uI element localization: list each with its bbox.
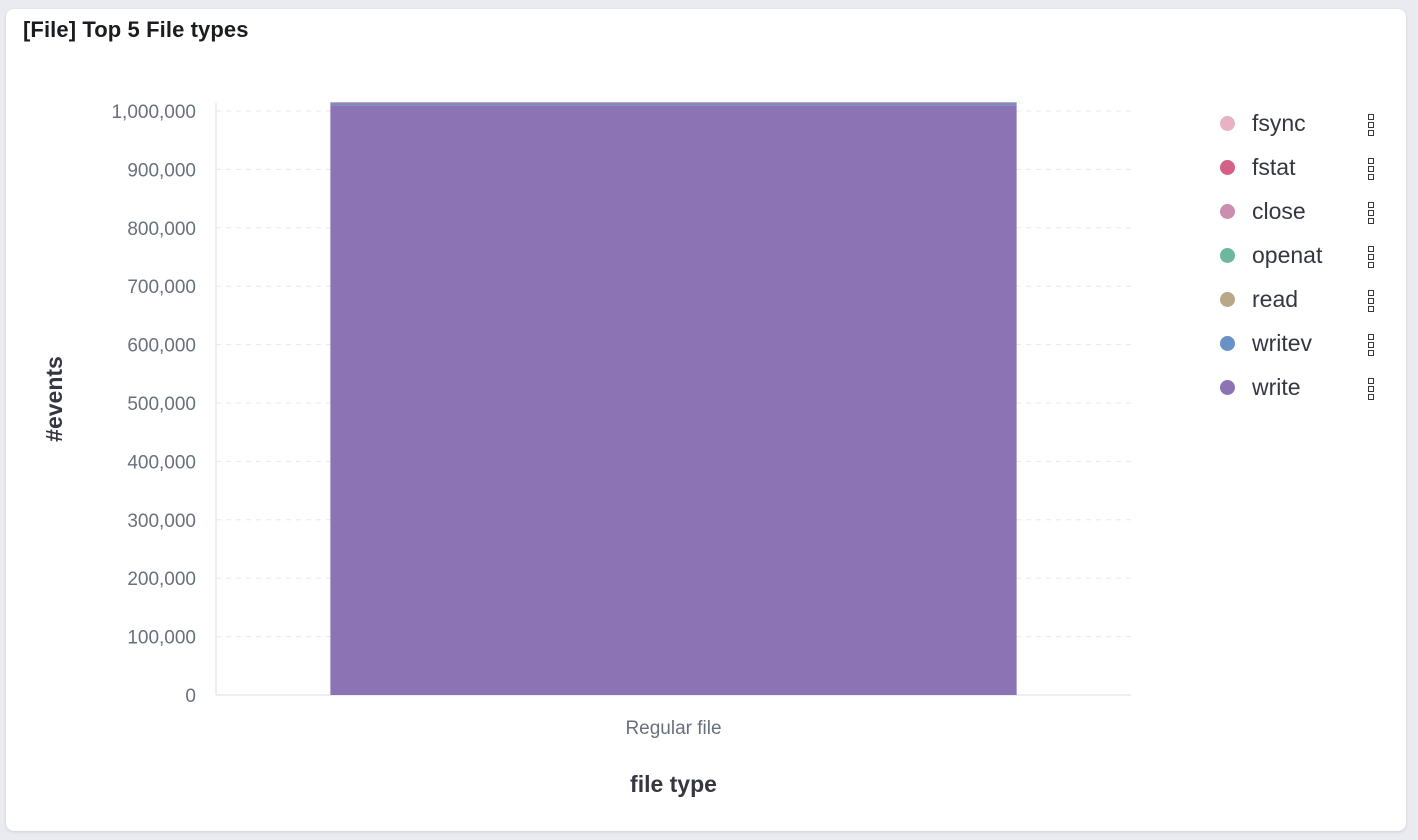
legend-color-dot (1220, 379, 1235, 395)
bar-segment-writev (330, 102, 1017, 106)
legend-options-icon[interactable] (1368, 290, 1376, 312)
legend-color-dot (1220, 203, 1235, 219)
y-tick-label: 900,000 (127, 160, 196, 181)
bar-chart: 0 100,000 200,000 300,000 400,000 500,000 600,… (41, 102, 1131, 797)
y-axis-title: #events (41, 356, 67, 442)
y-tick-label: 400,000 (127, 452, 196, 473)
legend-item-close[interactable]: close (1216, 189, 1396, 233)
y-tick-label: 700,000 (127, 277, 196, 298)
bar-segment-write (330, 105, 1017, 695)
visualization-panel: [File] Top 5 File types 0 100,000 200,000 3… (6, 9, 1406, 831)
legend-item-write[interactable]: write (1216, 365, 1396, 409)
y-tick-label: 1,000,000 (111, 102, 196, 123)
legend-color-dot (1220, 159, 1235, 175)
legend-item-writev[interactable]: writev (1216, 321, 1396, 365)
x-axis-title: file type (630, 771, 717, 797)
x-tick-label: Regular file (625, 718, 721, 739)
legend-options-icon[interactable] (1368, 378, 1376, 400)
y-tick-label: 300,000 (127, 511, 196, 532)
legend-item-fsync[interactable]: fsync (1216, 101, 1396, 145)
legend-options-icon[interactable] (1368, 246, 1376, 268)
legend-options-icon[interactable] (1368, 114, 1376, 136)
y-tick-label: 200,000 (127, 569, 196, 590)
y-tick-label: 800,000 (127, 219, 196, 240)
legend-color-dot (1220, 115, 1235, 131)
y-tick-label: 600,000 (127, 336, 196, 357)
legend-options-icon[interactable] (1368, 158, 1376, 180)
y-tick-label: 100,000 (127, 628, 196, 649)
legend-options-icon[interactable] (1368, 202, 1376, 224)
legend-color-dot (1220, 247, 1235, 263)
bar-segment-fsync (330, 102, 1017, 103)
legend-color-dot (1220, 335, 1235, 351)
y-tick-label: 500,000 (127, 394, 196, 415)
legend-color-dot (1220, 291, 1235, 307)
legend-item-openat[interactable]: openat (1216, 233, 1396, 277)
chart-legend: fsync fstat close openat read writev wri… (1216, 101, 1396, 409)
legend-item-read[interactable]: read (1216, 277, 1396, 321)
legend-item-fstat[interactable]: fstat (1216, 145, 1396, 189)
legend-options-icon[interactable] (1368, 334, 1376, 356)
y-tick-label: 0 (185, 686, 196, 707)
